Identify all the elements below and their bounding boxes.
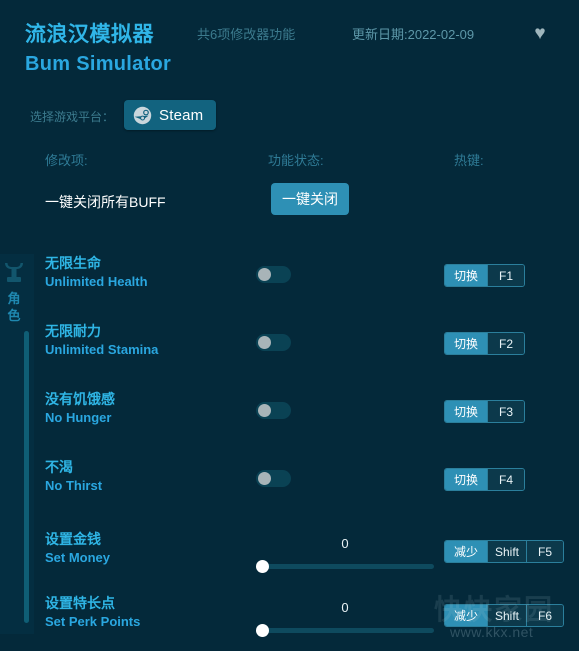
- feature-name-en: Unlimited Health: [45, 274, 148, 289]
- feature-name-cn: 设置金钱: [45, 531, 101, 547]
- page-title-en: Bum Simulator: [25, 53, 172, 75]
- platform-selector-row: 选择游戏平台： Steam: [0, 98, 579, 138]
- feature-row: 设置金钱 Set Money 0 减少 Shift F5: [0, 530, 579, 580]
- toggle-knob: [258, 472, 271, 485]
- hotkey-group: 减少 Shift F6: [444, 604, 565, 627]
- hotkey-key[interactable]: Shift: [487, 541, 527, 562]
- hotkey-action-button[interactable]: 减少: [445, 605, 487, 626]
- feature-toggle[interactable]: [256, 470, 291, 487]
- feature-count-label: 共6项修改器功能: [197, 27, 296, 42]
- update-date-label: 更新日期:2022-02-09: [352, 27, 475, 42]
- hotkey-key[interactable]: F6: [526, 605, 564, 626]
- column-header-modifier: 修改项:: [45, 153, 88, 168]
- feature-row: 设置特长点 Set Perk Points 0 减少 Shift F6: [0, 594, 579, 644]
- platform-label: 选择游戏平台：: [30, 110, 115, 124]
- feature-name-cn: 无限耐力: [45, 323, 101, 339]
- page-title-cn: 流浪汉模拟器: [25, 23, 154, 46]
- feature-toggle[interactable]: [256, 402, 291, 419]
- hotkey-action-button[interactable]: 切换: [445, 469, 487, 490]
- feature-labels: 没有饥饿感 No Hunger: [45, 390, 115, 427]
- hotkey-group: 切换 F1: [444, 264, 525, 287]
- feature-row: 无限生命 Unlimited Health 切换 F1: [0, 254, 579, 304]
- hotkey-group: 减少 Shift F5: [444, 540, 565, 563]
- feature-row: 没有饥饿感 No Hunger 切换 F3: [0, 390, 579, 440]
- feature-slider[interactable]: 0: [256, 600, 434, 638]
- slider-knob[interactable]: [256, 560, 269, 573]
- feature-labels: 无限耐力 Unlimited Stamina: [45, 322, 158, 359]
- feature-name-cn: 无限生命: [45, 255, 101, 271]
- toggle-knob: [258, 336, 271, 349]
- toggle-knob: [258, 404, 271, 417]
- feature-name-en: No Thirst: [45, 478, 103, 493]
- hotkey-group: 切换 F4: [444, 468, 525, 491]
- hotkey-key[interactable]: Shift: [487, 605, 527, 626]
- slider-track[interactable]: [262, 628, 434, 633]
- hotkey-key[interactable]: F1: [487, 265, 524, 286]
- hotkey-key[interactable]: F5: [526, 541, 564, 562]
- column-header-status: 功能状态:: [268, 153, 324, 168]
- hotkey-action-button[interactable]: 切换: [445, 333, 487, 354]
- feature-toggle[interactable]: [256, 266, 291, 283]
- feature-toggle[interactable]: [256, 334, 291, 351]
- hotkey-group: 切换 F2: [444, 332, 525, 355]
- feature-labels: 设置金钱 Set Money: [45, 530, 110, 567]
- feature-labels: 设置特长点 Set Perk Points: [45, 594, 140, 631]
- master-disable-button[interactable]: 一键关闭: [271, 183, 349, 215]
- feature-labels: 无限生命 Unlimited Health: [45, 254, 148, 291]
- feature-name-en: No Hunger: [45, 410, 112, 425]
- feature-name-en: Set Perk Points: [45, 614, 141, 629]
- hotkey-key[interactable]: F4: [487, 469, 524, 490]
- slider-track[interactable]: [262, 564, 434, 569]
- heart-icon[interactable]: ♥: [528, 22, 552, 46]
- feature-name-cn: 不渴: [45, 459, 73, 475]
- column-header-hotkey: 热键:: [454, 153, 484, 168]
- feature-row: 无限耐力 Unlimited Stamina 切换 F2: [0, 322, 579, 372]
- master-disable-row: 一键关闭所有BUFF 一键关闭: [0, 182, 579, 222]
- feature-slider[interactable]: 0: [256, 536, 434, 574]
- hotkey-key[interactable]: F3: [487, 401, 524, 422]
- master-disable-label: 一键关闭所有BUFF: [45, 194, 166, 210]
- hotkey-action-button[interactable]: 切换: [445, 401, 487, 422]
- feature-name-cn: 设置特长点: [45, 595, 115, 611]
- hotkey-key[interactable]: F2: [487, 333, 524, 354]
- app-header: 流浪汉模拟器 Bum Simulator 共6项修改器功能 更新日期:2022-…: [0, 8, 579, 88]
- feature-name-cn: 没有饥饿感: [45, 391, 115, 407]
- slider-value: 0: [341, 600, 349, 615]
- slider-value: 0: [341, 536, 349, 551]
- feature-row: 不渴 No Thirst 切换 F4: [0, 458, 579, 508]
- hotkey-action-button[interactable]: 切换: [445, 265, 487, 286]
- toggle-knob: [258, 268, 271, 281]
- feature-name-en: Unlimited Stamina: [45, 342, 159, 357]
- feature-labels: 不渴 No Thirst: [45, 458, 102, 495]
- platform-steam-button[interactable]: Steam: [124, 100, 217, 130]
- hotkey-action-button[interactable]: 减少: [445, 541, 487, 562]
- platform-steam-label: Steam: [159, 106, 204, 124]
- feature-name-en: Set Money: [45, 550, 111, 565]
- column-headers: 修改项: 功能状态: 热键:: [0, 150, 579, 172]
- steam-icon: [133, 106, 152, 125]
- hotkey-group: 切换 F3: [444, 400, 525, 423]
- slider-knob[interactable]: [256, 624, 269, 637]
- top-strip: [0, 0, 579, 8]
